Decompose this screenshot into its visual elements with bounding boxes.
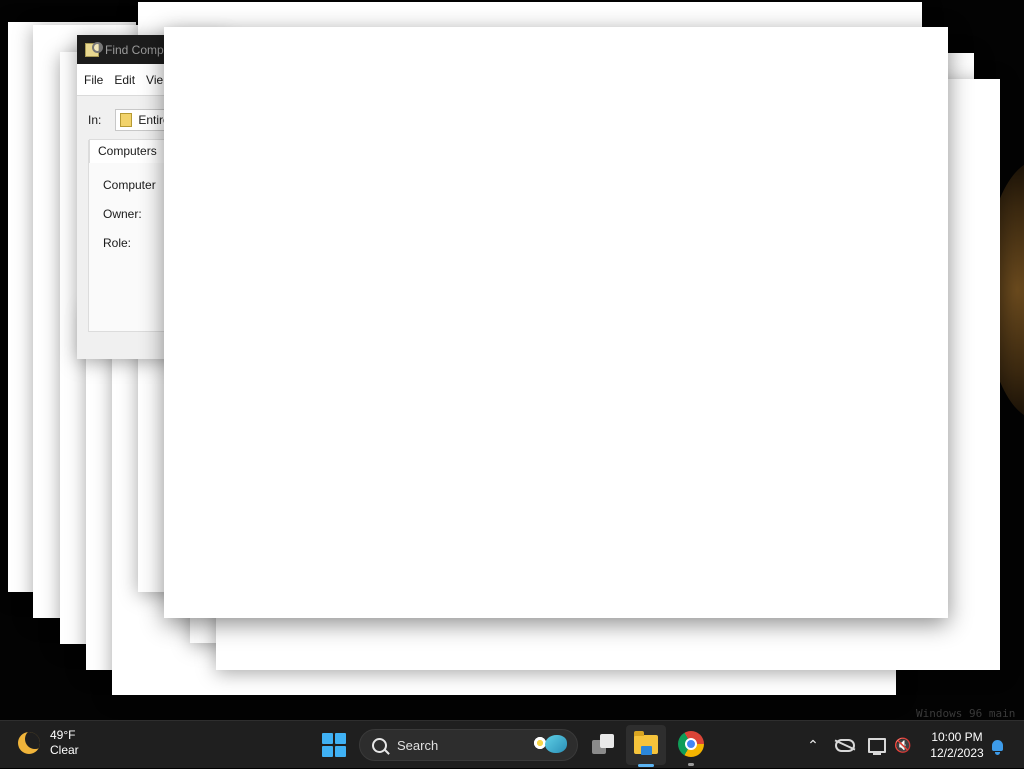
onedrive-cloud-icon[interactable] — [834, 721, 856, 769]
menu-view[interactable]: Vie — [146, 73, 163, 87]
directory-icon — [120, 113, 133, 127]
system-clock[interactable]: 10:00 PM 12/2/2023 — [922, 729, 992, 761]
menu-edit[interactable]: Edit — [114, 73, 135, 87]
file-explorer-button[interactable] — [626, 725, 666, 765]
desktop: Find Comp File Edit Vie In: Entire Compu… — [0, 0, 1024, 720]
start-button[interactable] — [322, 733, 346, 757]
menu-file[interactable]: File — [84, 73, 103, 87]
taskbar: 49°F Clear Search ⌃ 🔇 10:00 PM 12/2/2023 — [0, 720, 1024, 768]
explorer-active-indicator — [638, 764, 654, 767]
task-view-icon[interactable] — [592, 734, 616, 756]
moon-icon — [18, 732, 40, 754]
volume-muted-icon[interactable]: 🔇 — [892, 721, 914, 769]
find-window-title: Find Comp — [105, 42, 164, 57]
blank-front-window[interactable] — [164, 27, 948, 618]
taskbar-search-box[interactable]: Search — [359, 729, 578, 761]
chrome-icon[interactable] — [678, 731, 704, 757]
file-explorer-icon — [634, 731, 658, 755]
owner-label: Owner: — [103, 207, 142, 221]
windows-logo-pane — [335, 746, 346, 757]
in-label: In: — [88, 113, 102, 127]
weather-temp: 49°F — [50, 728, 76, 742]
desktop-watermark: Windows 96 main — [916, 707, 1016, 720]
windows-logo-pane — [322, 746, 333, 757]
windows-logo-pane — [322, 733, 333, 744]
computer-name-label: Computer — [103, 178, 156, 192]
clock-date: 12/2/2023 — [930, 746, 984, 760]
bell-icon[interactable] — [986, 721, 1008, 769]
windows-logo-pane — [335, 733, 346, 744]
search-highlight-icon — [529, 733, 571, 757]
search-icon — [372, 738, 387, 753]
bird-icon — [545, 735, 567, 753]
network-icon[interactable] — [866, 721, 888, 769]
chevron-up-icon[interactable]: ⌃ — [803, 721, 823, 769]
find-app-icon — [85, 41, 103, 57]
tab-computers[interactable]: Computers — [89, 139, 166, 163]
weather-condition: Clear — [50, 743, 79, 757]
weather-widget[interactable]: 49°F Clear — [18, 728, 79, 758]
clock-time: 10:00 PM — [931, 730, 983, 744]
role-label: Role: — [103, 236, 132, 250]
search-placeholder: Search — [397, 738, 439, 753]
chrome-running-indicator — [688, 763, 694, 766]
